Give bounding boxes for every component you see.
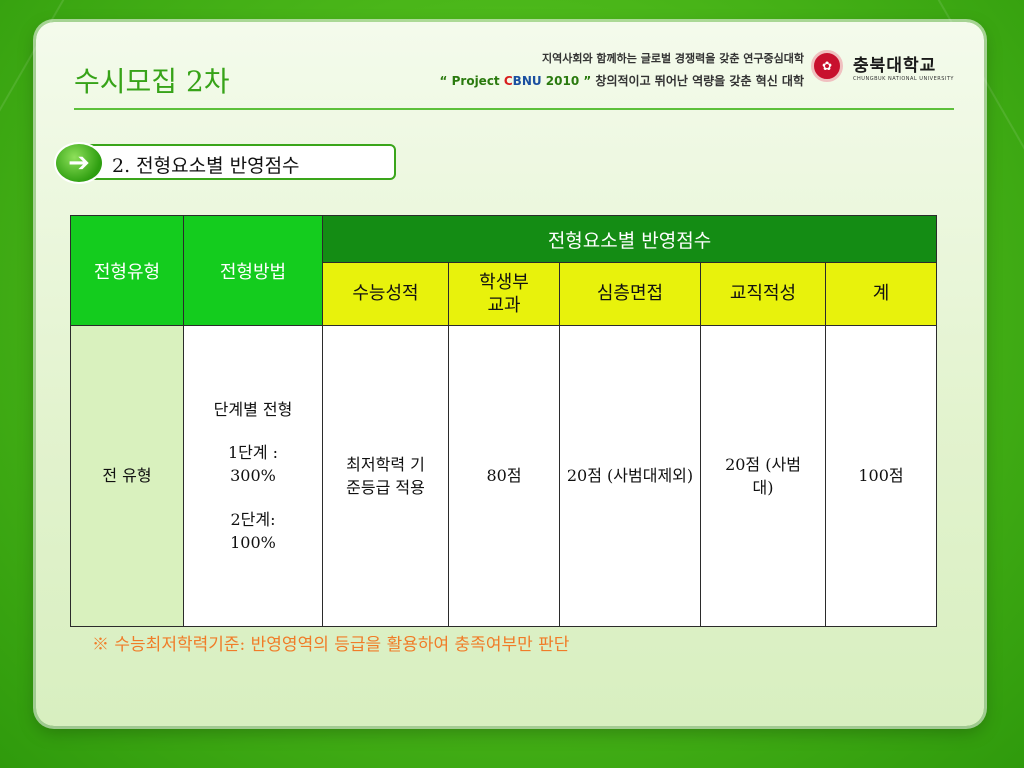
table-row: 전 유형 단계별 전형 1단계 : 300% 2단계: 100% 최저학력 기준… [70, 325, 937, 627]
slogan-year: 2010 ” [541, 74, 592, 88]
university-seal-icon: ✿ [811, 50, 844, 82]
method-stage-1: 1단계 : 300% [227, 443, 279, 486]
header-score-group: 전형요소별 반영점수 [322, 215, 937, 263]
university-logo: ✿ 충북대학교 CHUNGBUK NATIONAL UNIVERSITY [811, 50, 954, 82]
slogan-rest: 창의적이고 뛰어난 역량을 갖춘 혁신 대학 [591, 74, 804, 88]
header-method: 전형방법 [183, 215, 323, 326]
page-title: 수시모집 2차 [74, 65, 230, 98]
slogan-bnu: BNU [512, 74, 542, 88]
cell-suneung: 최저학력 기준등급 적용 [322, 325, 449, 627]
cell-teaching: 20점 (사범대) [700, 325, 826, 627]
footnote: ※ 수능최저학력기준: 반영영역의 등급을 활용하여 충족여부만 판단 [92, 635, 570, 655]
section-heading: 2. 전형요소별 반영점수 ➔ [54, 142, 398, 184]
header-type: 전형유형 [70, 215, 184, 326]
header-suneung: 수능성적 [322, 262, 449, 326]
slogan-line-1: 지역사회와 함께하는 글로벌 경쟁력을 갖춘 연구중심대학 [541, 52, 804, 65]
header-total: 계 [825, 262, 937, 326]
method-title: 단계별 전형 [213, 400, 293, 420]
cell-type: 전 유형 [70, 325, 184, 627]
logo-english: CHUNGBUK NATIONAL UNIVERSITY [853, 75, 954, 82]
method-stage-2: 2단계: 100% [230, 509, 276, 552]
score-table: 전형유형 전형방법 전형요소별 반영점수 수능성적 학생부 교과 심층면접 교직… [70, 215, 937, 627]
university-slogan: 지역사회와 함께하는 글로벌 경쟁력을 갖춘 연구중심대학 “ Project … [440, 50, 804, 89]
cell-total: 100점 [825, 325, 937, 627]
slide-card: 수시모집 2차 지역사회와 함께하는 글로벌 경쟁력을 갖춘 연구중심대학 “ … [36, 22, 984, 726]
slogan-c: C [503, 74, 513, 88]
logo-korean: 충북대학교 [853, 55, 937, 76]
cell-school-record: 80점 [448, 325, 560, 627]
cell-interview: 20점 (사범대제외) [559, 325, 701, 627]
cell-method: 단계별 전형 1단계 : 300% 2단계: 100% [183, 325, 323, 627]
header-divider [74, 108, 954, 110]
arrow-right-icon: ➔ [54, 142, 104, 184]
section-heading-label: 2. 전형요소별 반영점수 [112, 155, 300, 177]
header-school-record: 학생부 교과 [448, 262, 560, 326]
header-interview: 심층면접 [559, 262, 701, 326]
slogan-line-2: “ Project CBNU 2010 ” 창의적이고 뛰어난 역량을 갖춘 혁… [440, 72, 804, 89]
header-teaching: 교직적성 [700, 262, 826, 326]
slogan-project: “ Project [439, 74, 504, 88]
